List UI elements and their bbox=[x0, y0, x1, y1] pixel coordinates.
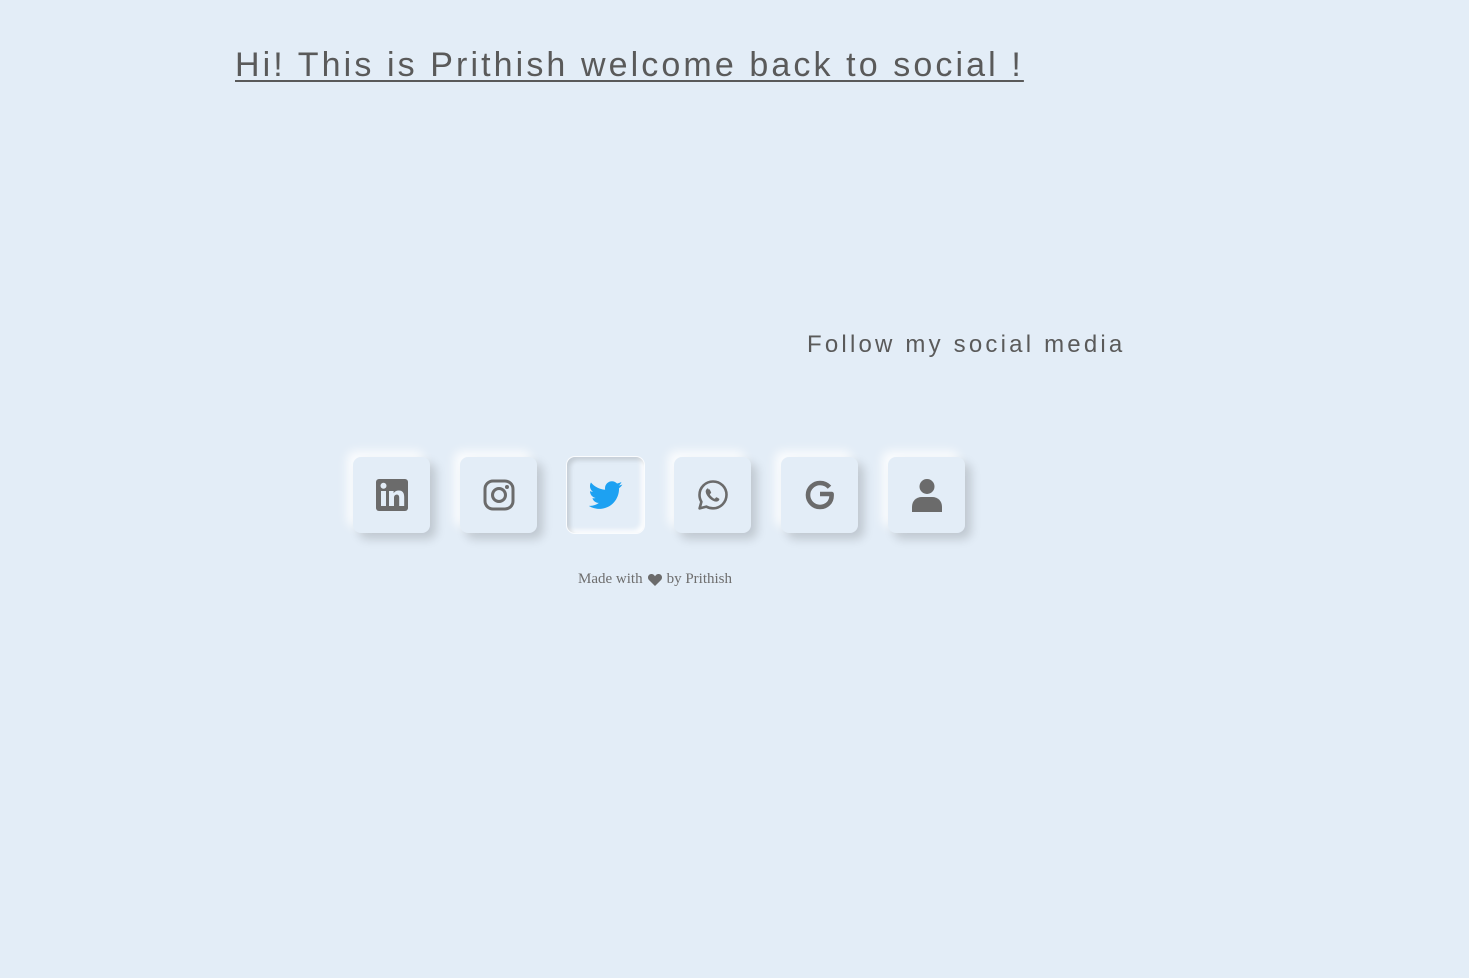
google-button[interactable] bbox=[781, 457, 858, 533]
instagram-button[interactable] bbox=[460, 457, 537, 533]
instagram-icon bbox=[483, 479, 514, 511]
twitter-icon bbox=[588, 481, 622, 509]
welcome-headline[interactable]: Hi! This is Prithish welcome back to soc… bbox=[235, 46, 1024, 85]
follow-heading: Follow my social media bbox=[807, 331, 1126, 358]
twitter-button[interactable] bbox=[567, 457, 644, 533]
whatsapp-icon bbox=[697, 480, 728, 510]
linkedin-button[interactable] bbox=[353, 457, 430, 533]
heart-icon bbox=[647, 573, 662, 586]
footer-credit: Made with by Prithish bbox=[578, 571, 732, 588]
linkedin-icon bbox=[375, 479, 408, 511]
google-icon bbox=[805, 480, 834, 510]
user-icon bbox=[911, 479, 942, 512]
profile-button[interactable] bbox=[888, 457, 965, 533]
footer-author: by Prithish bbox=[666, 571, 733, 587]
social-icons-row bbox=[353, 457, 965, 533]
whatsapp-button[interactable] bbox=[674, 457, 751, 533]
footer-made-with: Made with bbox=[578, 571, 643, 587]
